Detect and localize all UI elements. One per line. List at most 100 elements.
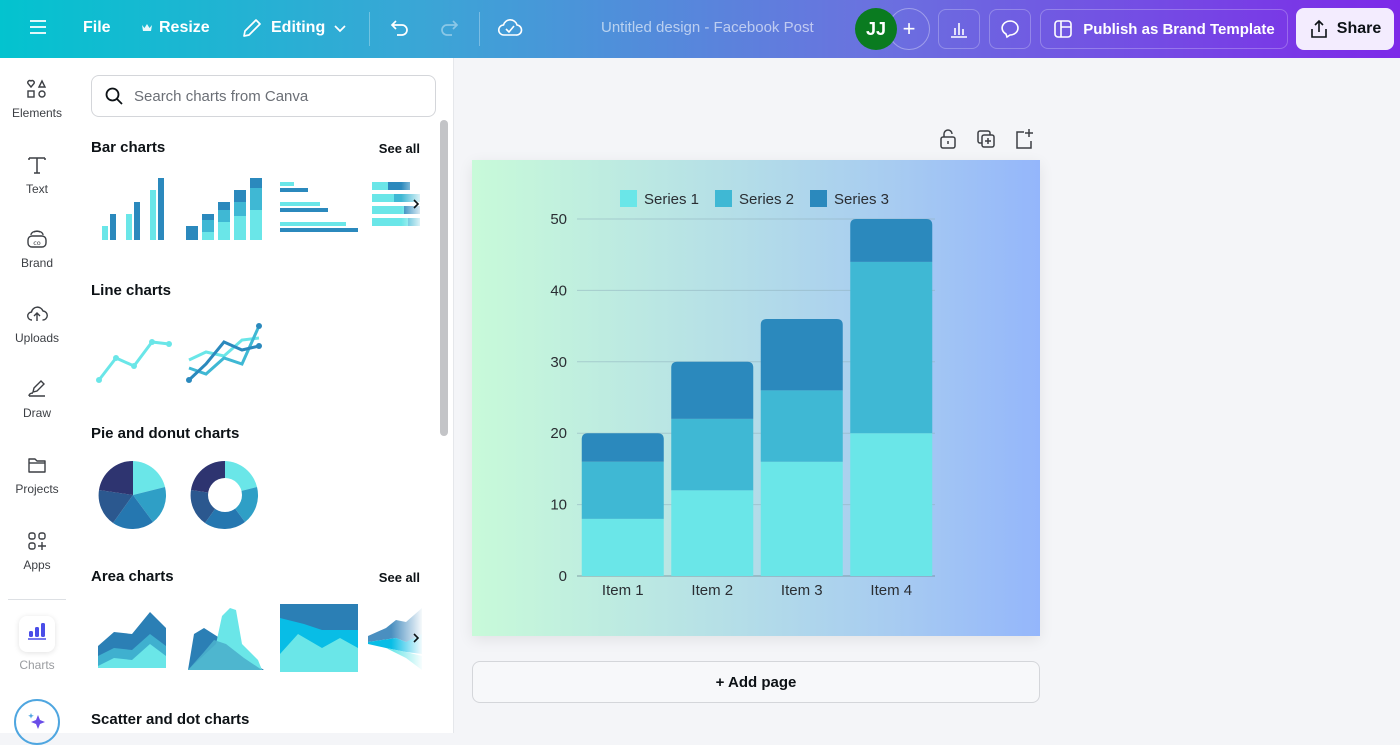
share-upload-icon	[1310, 19, 1327, 38]
redo-icon	[441, 20, 459, 36]
svg-text:co: co	[33, 239, 41, 247]
bar-segment-series-1	[850, 433, 933, 576]
bar-segment-series-2	[581, 461, 664, 519]
page-tools	[938, 128, 1034, 150]
bar-segment-series-2	[671, 418, 754, 491]
rail-divider	[8, 599, 66, 600]
section-title-line-charts: Line charts	[91, 282, 172, 299]
line-chart-thumbnail-multi[interactable]	[184, 316, 264, 386]
bar-segment-series-2	[850, 261, 933, 434]
donut-chart-thumbnail[interactable]	[190, 460, 260, 530]
rail-item-text[interactable]: Text	[0, 154, 74, 196]
y-tick-label: 20	[550, 425, 567, 442]
shapes-icon	[27, 79, 47, 98]
pie-chart-thumbnail[interactable]	[98, 460, 168, 530]
legend-label: Series 3	[834, 191, 889, 208]
panel-scrollbar[interactable]	[440, 120, 448, 436]
line-chart-thumbnail-single[interactable]	[94, 316, 174, 386]
upload-cloud-icon	[27, 306, 48, 321]
area-chart-thumbnail-stacked[interactable]	[96, 604, 168, 672]
template-icon	[1054, 20, 1073, 38]
rail-item-elements[interactable]: Elements	[0, 78, 74, 120]
undo-button[interactable]	[389, 17, 411, 39]
publish-brand-template-button[interactable]: Publish as Brand Template	[1040, 9, 1288, 49]
area-chart-thumbnail-overlap[interactable]	[186, 604, 266, 672]
cloud-save-status[interactable]	[497, 16, 523, 40]
y-tick-label: 50	[550, 211, 567, 228]
legend-swatch	[715, 190, 732, 207]
section-title-pie-charts: Pie and donut charts	[91, 425, 240, 442]
rail-item-charts[interactable]: Charts	[0, 616, 74, 672]
x-tick-label: Item 2	[691, 582, 733, 599]
file-menu[interactable]: File	[83, 19, 111, 37]
design-title[interactable]: Untitled design - Facebook Post	[601, 19, 814, 36]
rail-item-apps[interactable]: Apps	[0, 530, 74, 572]
legend-label: Series 2	[739, 191, 794, 208]
add-page-button[interactable]: + Add page	[472, 661, 1040, 703]
y-tick-label: 0	[559, 568, 567, 585]
legend-swatch	[620, 190, 637, 207]
bar-segment-series-3	[581, 433, 664, 462]
text-icon	[28, 157, 46, 174]
pen-icon	[28, 380, 45, 397]
insights-button[interactable]	[938, 9, 980, 49]
bar-chart-thumbnail-stacked[interactable]	[182, 176, 272, 242]
crown-icon	[142, 24, 152, 31]
rail-item-projects[interactable]: Projects	[0, 454, 74, 496]
cloud-check-icon	[497, 19, 523, 36]
area-chart-thumbnail-100[interactable]	[280, 604, 358, 672]
see-all-bar-charts[interactable]: See all	[379, 141, 420, 156]
rail-item-uploads[interactable]: Uploads	[0, 303, 74, 345]
y-tick-label: 10	[550, 497, 567, 514]
legend-swatch	[810, 190, 827, 207]
y-tick-label: 30	[550, 354, 567, 371]
see-all-area-charts[interactable]: See all	[379, 570, 420, 585]
top-bar: File Resize Editing Untitled design - Fa…	[0, 0, 1400, 58]
bar-chart-thumbnail-horizontal-stacked[interactable]	[370, 176, 422, 242]
duplicate-page-icon[interactable]	[976, 128, 996, 150]
y-tick-label: 40	[550, 282, 567, 299]
resize-button[interactable]: Resize	[141, 19, 210, 37]
rail-item-brand[interactable]: co Brand	[0, 228, 74, 270]
menu-button[interactable]	[28, 17, 48, 37]
plus-icon: +	[902, 16, 916, 41]
comment-icon	[1001, 20, 1019, 39]
stacked-bar-chart[interactable]: 0 10 20 30 40 50 Item 1 Item 2 Item 3 Item 4 Serie…	[472, 160, 1040, 636]
bar-chart-icon	[951, 23, 967, 38]
pencil-icon	[243, 19, 261, 37]
rail-item-draw[interactable]: Draw	[0, 378, 74, 420]
apps-icon	[28, 532, 46, 550]
divider	[369, 12, 370, 46]
brand-icon: co	[27, 230, 47, 248]
editing-mode-dropdown[interactable]: Editing	[241, 17, 347, 39]
search-box[interactable]	[91, 75, 436, 117]
comments-button[interactable]	[989, 9, 1031, 49]
bar-chart-thumbnail-simple[interactable]	[94, 176, 174, 242]
chevron-down-icon	[334, 25, 346, 33]
side-rail: Elements Text co Brand Uploads Draw Proj…	[0, 58, 74, 745]
search-input[interactable]	[134, 87, 414, 105]
lock-icon[interactable]	[938, 128, 958, 150]
area-chart-thumbnail-stream[interactable]	[366, 604, 422, 672]
bar-segment-series-3	[850, 219, 933, 262]
design-page[interactable]: 0 10 20 30 40 50 Item 1 Item 2 Item 3 Item 4 Serie…	[472, 160, 1040, 636]
add-page-icon[interactable]	[1014, 128, 1034, 150]
section-title-bar-charts: Bar charts	[91, 139, 166, 156]
undo-icon	[390, 20, 408, 36]
x-tick-label: Item 3	[781, 582, 823, 599]
bar-segment-series-2	[760, 390, 843, 462]
redo-button[interactable]	[438, 17, 460, 39]
bar-segment-series-1	[581, 518, 664, 576]
avatar[interactable]: JJ	[855, 8, 897, 50]
divider	[479, 12, 480, 46]
sparkle-icon	[28, 713, 45, 729]
share-button[interactable]: Share	[1296, 8, 1394, 50]
x-tick-label: Item 1	[602, 582, 644, 599]
bar-chart-icon	[28, 623, 46, 640]
hamburger-icon	[30, 20, 46, 34]
section-title-scatter-charts: Scatter and dot charts	[91, 711, 250, 728]
magic-button[interactable]	[14, 699, 60, 745]
folder-icon	[28, 458, 46, 473]
bar-chart-thumbnail-horizontal[interactable]	[278, 176, 360, 242]
legend-label: Series 1	[644, 191, 699, 208]
